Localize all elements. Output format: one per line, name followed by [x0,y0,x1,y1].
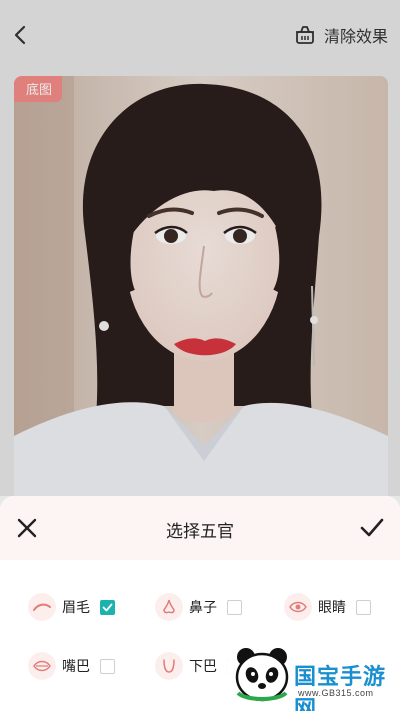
back-button[interactable] [8,22,34,48]
feature-item-mouth[interactable]: 嘴巴 [28,651,115,681]
chevron-left-icon [14,25,26,45]
clear-effects-label: 清除效果 [323,29,388,46]
portrait-image [14,76,388,516]
eyebrow-icon [28,593,56,621]
base-photo[interactable]: 底图 [14,76,388,516]
confirm-button[interactable] [358,514,386,542]
feature-label: 鼻子 [189,599,217,615]
feature-item-eye[interactable]: 眼睛 [284,592,371,622]
site-watermark: 国宝手游网 www.GB315.com [222,631,400,711]
mouth-icon [28,652,56,680]
feature-item-eyebrow[interactable]: 眉毛 [28,592,115,622]
sheet-header: 选择五官 [0,496,400,560]
panda-logo-icon [235,648,289,702]
feature-label: 眼睛 [318,599,346,615]
feature-label: 下巴 [189,658,217,674]
eye-icon [284,593,312,621]
feature-item-nose[interactable]: 鼻子 [155,592,242,622]
sheet-title: 选择五官 [166,522,234,541]
check-icon [360,518,384,537]
basket-icon [295,26,314,44]
feature-checkbox[interactable] [356,599,371,615]
watermark-url: www.GB315.com [298,688,374,698]
watermark-brand: 国宝手游网 [294,664,387,711]
feature-checkbox[interactable] [227,599,242,615]
feature-label: 嘴巴 [62,658,90,674]
top-bar: 清除效果 [0,0,400,72]
feature-checkbox[interactable] [100,599,115,615]
feature-checkbox[interactable] [100,658,115,674]
chin-icon [155,652,183,680]
base-image-tag: 底图 [14,76,63,102]
feature-label: 眉毛 [62,599,90,615]
clear-effects-button[interactable]: 清除效果 [294,22,388,48]
nose-icon [155,593,183,621]
